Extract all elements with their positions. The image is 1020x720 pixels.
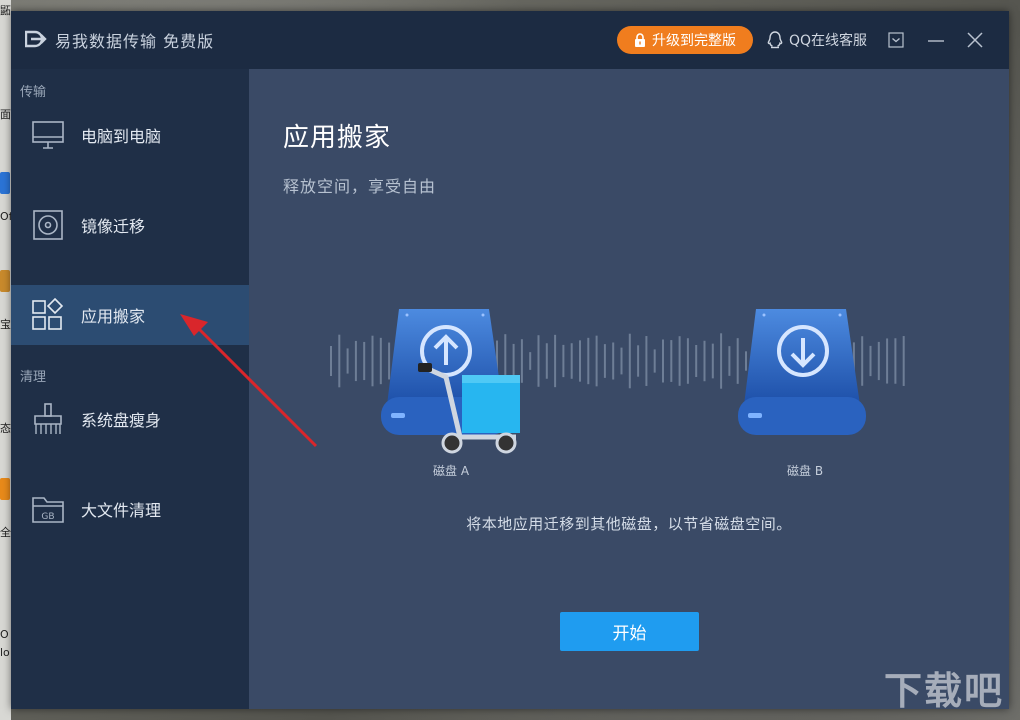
minimize-button[interactable] — [925, 29, 947, 51]
dropdown-menu-button[interactable] — [885, 29, 907, 51]
desktop-label: O — [0, 628, 9, 641]
sidebar-item-large-file-clean[interactable]: GB 大文件清理 — [11, 479, 249, 539]
desktop-label: lo — [0, 646, 10, 659]
start-button[interactable]: 开始 — [560, 612, 699, 651]
monitor-icon — [32, 121, 64, 149]
start-label: 开始 — [612, 624, 647, 643]
minimize-icon — [928, 40, 944, 42]
apps-grid-icon — [32, 298, 64, 330]
desktop-label: 鼫 — [0, 4, 11, 17]
dropdown-box-icon — [888, 32, 904, 48]
disk-b-icon — [738, 309, 866, 435]
sidebar-item-label: 应用搬家 — [81, 307, 146, 326]
section-label-transfer: 传输 — [20, 85, 47, 100]
description-text: 将本地应用迁移到其他磁盘，以节省磁盘空间。 — [466, 515, 792, 533]
qq-penguin-icon — [767, 31, 783, 49]
main-panel: 应用搬家 释放空间，享受自由 磁盘 A 磁盘 B 将本地应用迁移到其他磁盘，以节… — [249, 69, 1009, 709]
desktop-label: 面 — [0, 108, 11, 121]
disc-image-icon — [33, 210, 63, 240]
sidebar-item-label: 电脑到电脑 — [81, 127, 162, 146]
desktop-label: 宝 — [0, 318, 11, 331]
sidebar-item-label: 系统盘瘦身 — [81, 411, 162, 430]
qq-support-button[interactable]: QQ在线客服 — [767, 30, 867, 50]
desktop-icon-strip: 鼫 面 Of 宝 态 全 O lo — [0, 0, 13, 720]
app-title: 易我数据传输 免费版 — [55, 32, 215, 51]
desktop-label: 态 — [0, 422, 11, 435]
sidebar-item-system-disk-slim[interactable]: 系统盘瘦身 — [11, 389, 249, 449]
sidebar: 传输 电脑到电脑 镜像迁移 应用搬家 清理 系统盘瘦身 GB 大文件清理 — [11, 69, 249, 709]
broom-icon — [34, 403, 62, 434]
desktop-shortcut-icon[interactable] — [0, 172, 10, 194]
close-button[interactable] — [964, 29, 986, 51]
watermark: 下载吧 — [884, 669, 1005, 713]
disk-a-label: 磁盘 A — [433, 464, 470, 478]
page-title: 应用搬家 — [283, 123, 392, 153]
upgrade-button[interactable]: 升级到完整版 — [617, 26, 753, 54]
qq-support-label: QQ在线客服 — [789, 33, 868, 49]
page-subtitle: 释放空间，享受自由 — [283, 177, 437, 196]
gb-folder-icon: GB — [32, 497, 64, 523]
sidebar-item-label: 镜像迁移 — [81, 217, 146, 236]
lock-icon — [635, 33, 645, 47]
desktop-label: 全 — [0, 526, 11, 539]
desktop-shortcut-icon[interactable] — [0, 478, 10, 500]
disk-b-label: 磁盘 B — [787, 464, 824, 478]
app-logo-icon — [25, 30, 47, 48]
sidebar-item-label: 大文件清理 — [81, 501, 162, 520]
upgrade-label: 升级到完整版 — [652, 33, 736, 49]
cart-box-icon — [418, 363, 520, 454]
section-label-clean: 清理 — [20, 370, 47, 385]
title-bar[interactable]: 易我数据传输 免费版 升级到完整版 QQ在线客服 — [11, 11, 1009, 69]
sidebar-item-app-migration[interactable]: 应用搬家 — [11, 285, 249, 345]
sidebar-item-pc-to-pc[interactable]: 电脑到电脑 — [11, 105, 249, 165]
app-window: 易我数据传输 免费版 升级到完整版 QQ在线客服 传输 电脑到电脑 镜像迁移 应… — [11, 11, 1009, 709]
sidebar-item-image-migration[interactable]: 镜像迁移 — [11, 195, 249, 255]
close-icon — [967, 32, 983, 48]
desktop-shortcut-icon[interactable] — [0, 270, 10, 292]
svg-text:GB: GB — [41, 512, 54, 522]
